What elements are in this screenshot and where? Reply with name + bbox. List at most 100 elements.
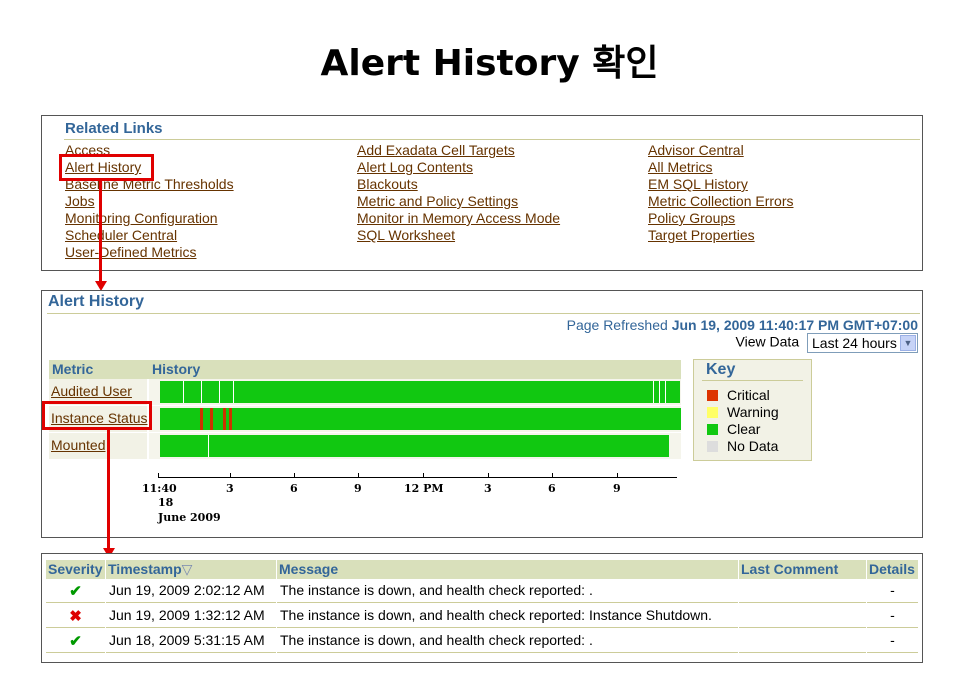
alert-history-highlight-box xyxy=(59,154,154,181)
link-sql-worksheet[interactable]: SQL Worksheet xyxy=(357,227,560,244)
axis-tick xyxy=(230,473,231,477)
severity-clear-icon: ✔ xyxy=(46,629,105,653)
alert-history-title: Alert History xyxy=(48,293,145,310)
table-cell-details: - xyxy=(867,629,918,653)
history-tick xyxy=(208,435,209,457)
severity-critical-icon: ✖ xyxy=(46,604,105,628)
col-header-timestamp[interactable]: Timestamp▽ xyxy=(106,560,276,579)
link-alert-log-contents[interactable]: Alert Log Contents xyxy=(357,159,560,176)
axis-month-label: June 2009 xyxy=(158,511,221,524)
col-header-last-comment[interactable]: Last Comment xyxy=(739,560,866,579)
sort-descending-icon[interactable]: ▽ xyxy=(182,561,193,577)
link-user-defined-metrics[interactable]: User-Defined Metrics xyxy=(65,244,234,261)
link-metric-collection-errors[interactable]: Metric Collection Errors xyxy=(648,193,793,210)
history-tick xyxy=(665,381,666,403)
table-cell-comment xyxy=(739,579,866,603)
history-row-instance-status xyxy=(149,406,681,432)
table-cell-message: The instance is down, and health check r… xyxy=(277,604,738,628)
link-add-exadata-cell-targets[interactable]: Add Exadata Cell Targets xyxy=(357,142,560,159)
history-tick xyxy=(183,381,184,403)
key-item-critical: Critical xyxy=(707,387,770,403)
key-item-clear: Clear xyxy=(707,421,761,437)
link-em-sql-history[interactable]: EM SQL History xyxy=(648,176,793,193)
history-tick xyxy=(201,381,202,403)
history-tick-critical xyxy=(229,408,232,430)
metric-history-header: Metric History xyxy=(49,360,681,379)
link-scheduler-central[interactable]: Scheduler Central xyxy=(65,227,234,244)
link-monitor-in-memory-access-mode[interactable]: Monitor in Memory Access Mode xyxy=(357,210,560,227)
view-data-control: View Data Last 24 hours ▼ xyxy=(736,333,918,353)
table-cell-timestamp: Jun 19, 2009 1:32:12 AM xyxy=(106,604,276,628)
key-label: Warning xyxy=(727,404,779,420)
related-links-title: Related Links xyxy=(65,120,163,137)
axis-tick xyxy=(294,473,295,477)
table-cell-timestamp: Jun 18, 2009 5:31:15 AM xyxy=(106,629,276,653)
key-label: Critical xyxy=(727,387,770,403)
page-refreshed-label: Page Refreshed xyxy=(566,317,668,333)
history-tick xyxy=(233,381,234,403)
key-label: No Data xyxy=(727,438,779,454)
col-header-details[interactable]: Details xyxy=(867,560,918,579)
related-links-column-3: Advisor Central All Metrics EM SQL Histo… xyxy=(648,142,793,244)
key-item-warning: Warning xyxy=(707,404,779,420)
link-advisor-central[interactable]: Advisor Central xyxy=(648,142,793,159)
metric-column-header: Metric xyxy=(52,361,94,377)
chevron-down-icon[interactable]: ▼ xyxy=(900,335,916,351)
axis-label: 3 xyxy=(226,482,234,495)
axis-tick xyxy=(617,473,618,477)
warning-swatch-icon xyxy=(707,407,718,418)
history-tick xyxy=(659,381,660,403)
link-monitoring-configuration[interactable]: Monitoring Configuration xyxy=(65,210,234,227)
metric-link-audited-user[interactable]: Audited User xyxy=(51,383,132,399)
time-axis xyxy=(158,477,677,478)
key-label: Clear xyxy=(727,421,761,437)
critical-swatch-icon xyxy=(707,390,718,401)
link-blackouts[interactable]: Blackouts xyxy=(357,176,560,193)
axis-label: 12 PM xyxy=(404,482,444,495)
table-cell-timestamp: Jun 19, 2009 2:02:12 AM xyxy=(106,579,276,603)
callout-arrow-line-2 xyxy=(107,430,110,549)
instance-status-highlight-box xyxy=(42,401,152,430)
no-data-swatch-icon xyxy=(707,441,718,452)
key-title: Key xyxy=(706,361,736,378)
link-all-metrics[interactable]: All Metrics xyxy=(648,159,793,176)
page-refreshed-value: Jun 19, 2009 11:40:17 PM GMT+07:00 xyxy=(671,317,918,333)
table-cell-message: The instance is down, and health check r… xyxy=(277,629,738,653)
metric-link-mounted[interactable]: Mounted xyxy=(51,437,105,453)
alerts-table: Severity Timestamp▽ Message Last Comment… xyxy=(41,553,923,663)
history-column-header: History xyxy=(152,361,201,377)
history-tick xyxy=(653,381,654,403)
view-data-label: View Data xyxy=(735,333,800,350)
timestamp-header-label: Timestamp xyxy=(108,561,182,577)
history-tick-critical xyxy=(223,408,226,430)
link-policy-groups[interactable]: Policy Groups xyxy=(648,210,793,227)
table-cell-details: - xyxy=(867,579,918,603)
history-bar-clear xyxy=(160,408,681,430)
link-jobs[interactable]: Jobs xyxy=(65,193,234,210)
link-metric-and-policy-settings[interactable]: Metric and Policy Settings xyxy=(357,193,560,210)
table-cell-details: - xyxy=(867,604,918,628)
axis-day-label: 18 xyxy=(158,496,174,509)
metric-cell: Mounted xyxy=(49,433,147,459)
related-links-panel: Related Links Access Alert History Basel… xyxy=(41,115,923,271)
table-cell-comment xyxy=(739,604,866,628)
axis-label: 6 xyxy=(548,482,556,495)
history-row-mounted xyxy=(149,433,681,459)
col-header-message[interactable]: Message xyxy=(277,560,738,579)
axis-label: 9 xyxy=(613,482,621,495)
view-data-select[interactable]: Last 24 hours ▼ xyxy=(807,333,918,353)
col-header-severity[interactable]: Severity xyxy=(46,560,105,579)
related-links-divider xyxy=(64,139,920,140)
key-divider xyxy=(702,380,803,381)
slide-title: Alert History 확인 xyxy=(320,43,659,84)
history-tick xyxy=(219,381,220,403)
key-item-no-data: No Data xyxy=(707,438,779,454)
table-cell-comment xyxy=(739,629,866,653)
table-cell-message: The instance is down, and health check r… xyxy=(277,579,738,603)
legend-key: Key Critical Warning Clear No Data xyxy=(693,359,812,461)
axis-tick xyxy=(158,473,159,477)
axis-tick xyxy=(358,473,359,477)
view-data-selected: Last 24 hours xyxy=(812,335,897,351)
alert-history-divider xyxy=(47,313,920,314)
link-target-properties[interactable]: Target Properties xyxy=(648,227,793,244)
